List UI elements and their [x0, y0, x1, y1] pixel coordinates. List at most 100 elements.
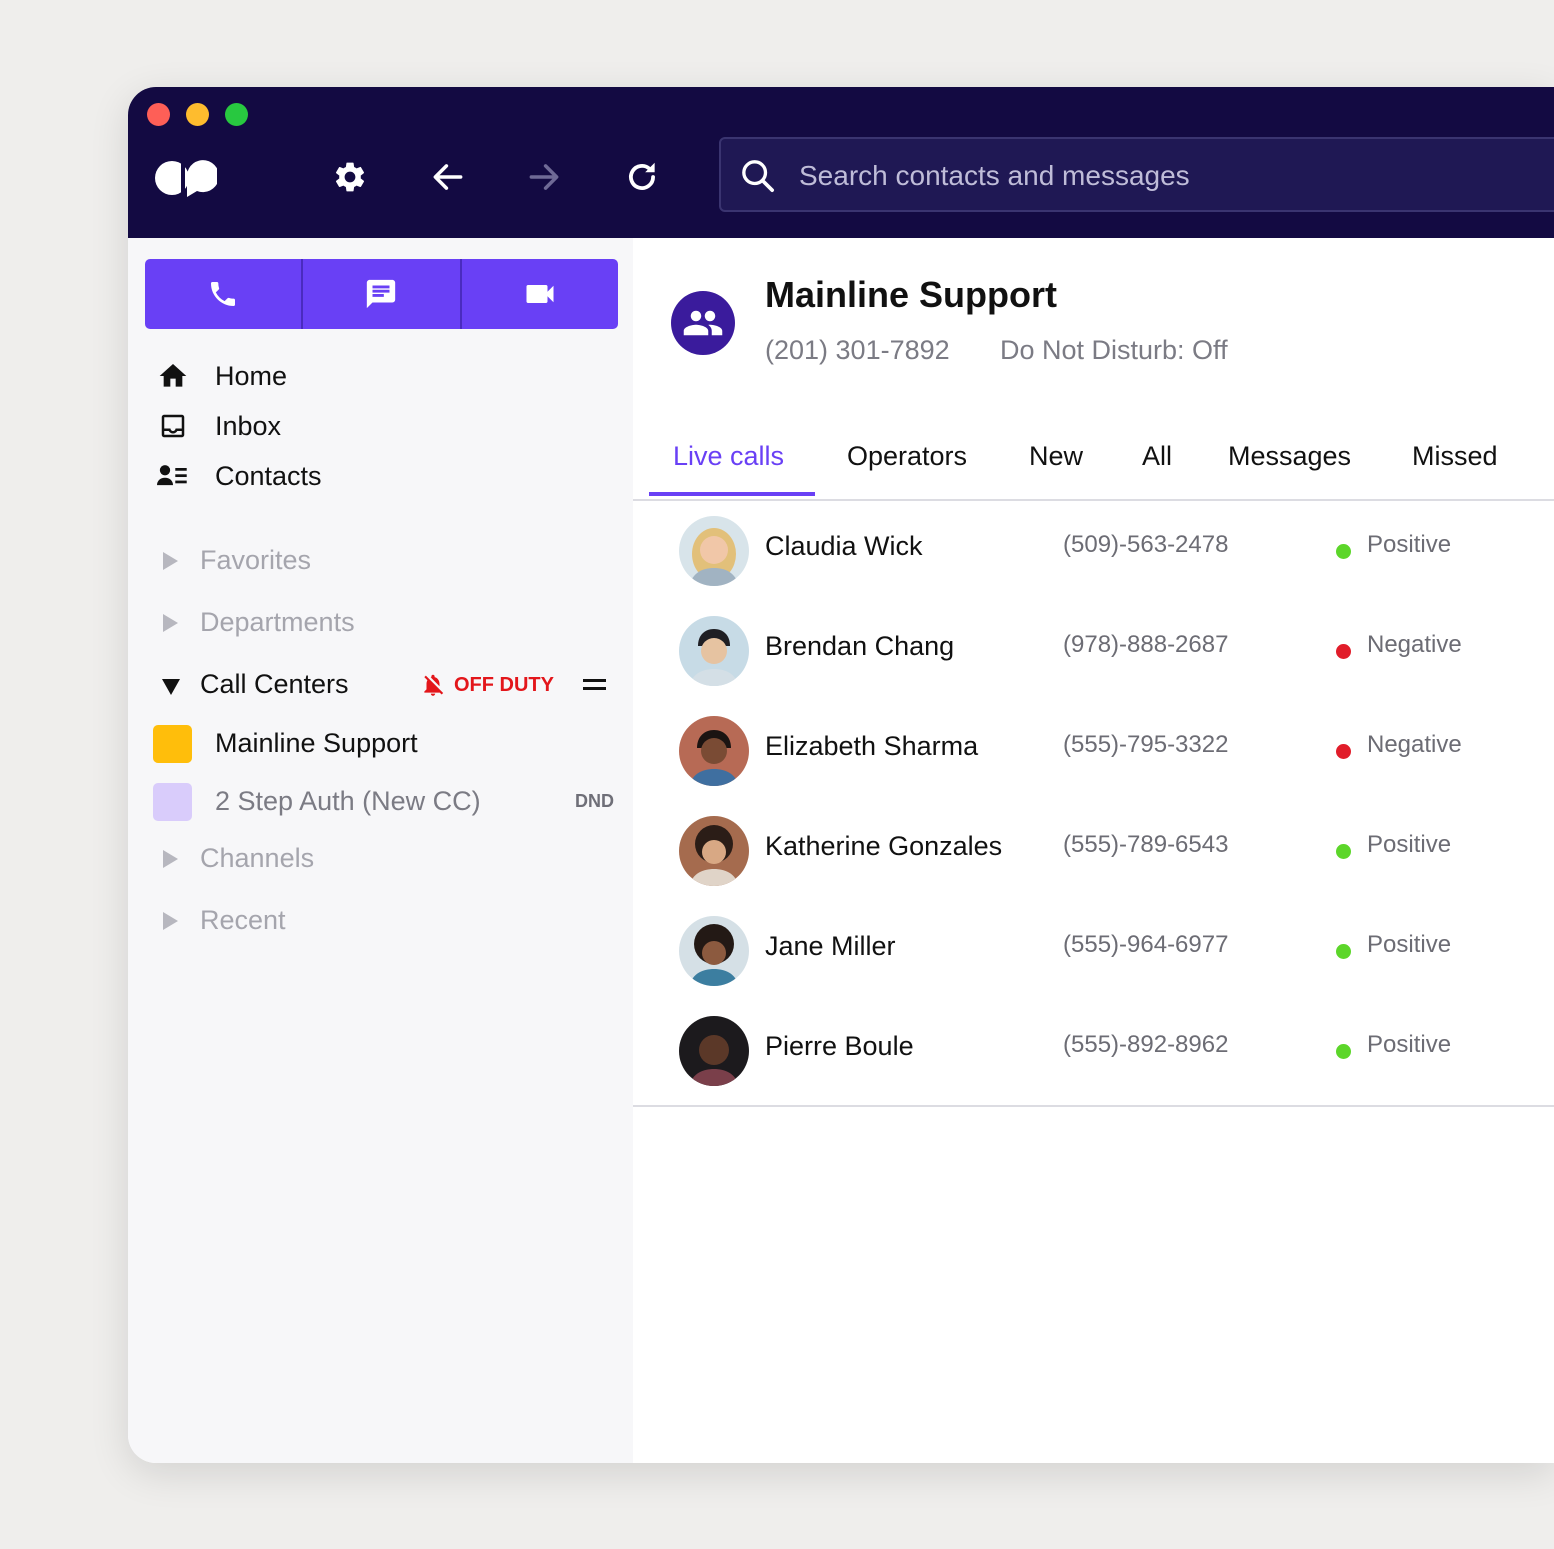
call-center-label: 2 Step Auth (New CC): [215, 786, 481, 816]
caller-name: Pierre Boule: [765, 1031, 914, 1061]
title-bar: [128, 87, 1554, 238]
forward-arrow-icon[interactable]: [521, 154, 567, 200]
call-button[interactable]: [145, 259, 301, 329]
close-window-button[interactable]: [147, 103, 170, 126]
off-duty-label: OFF DUTY: [454, 673, 554, 696]
live-calls-list: Claudia Wick (509)-563-2478 Positive Bre…: [633, 501, 1554, 1107]
tab-all[interactable]: All: [1142, 441, 1172, 472]
inbox-icon: [157, 410, 189, 442]
status-dot: [1336, 1044, 1351, 1059]
sentiment-label: Positive: [1367, 931, 1452, 958]
sidebar-item-label: Contacts: [215, 460, 322, 491]
section-channels[interactable]: Channels: [128, 838, 633, 882]
tab-live-calls[interactable]: Live calls: [673, 441, 784, 472]
dnd-badge: DND: [575, 791, 614, 811]
page-title: Mainline Support: [765, 274, 1057, 315]
minimize-window-button[interactable]: [186, 103, 209, 126]
sidebar-item-label: Inbox: [215, 410, 282, 441]
caret-right-icon: [163, 614, 178, 632]
color-swatch: [153, 783, 192, 821]
sentiment-label: Negative: [1367, 731, 1462, 758]
status-dot: [1336, 644, 1351, 659]
caller-name: Katherine Gonzales: [765, 831, 1003, 861]
section-label: Favorites: [200, 545, 312, 575]
status-dot: [1336, 944, 1351, 959]
caller-phone: (509)-563-2478: [1063, 531, 1229, 558]
sidebar-item-label: Home: [215, 360, 288, 391]
table-row[interactable]: Pierre Boule (555)-892-8962 Positive: [633, 1001, 1554, 1101]
app-window: Home Inbox Contacts Favorites Department…: [128, 87, 1554, 1463]
sentiment-label: Positive: [1367, 1031, 1452, 1058]
table-row[interactable]: Brendan Chang (978)-888-2687 Negative: [633, 601, 1554, 701]
avatar: [679, 916, 749, 986]
back-arrow-icon[interactable]: [425, 154, 471, 200]
phone-icon: [211, 282, 236, 306]
maximize-window-button[interactable]: [225, 103, 248, 126]
main-panel: Mainline Support (201) 301-7892 Do Not D…: [633, 238, 1554, 1463]
gear-icon[interactable]: [327, 154, 373, 200]
table-row[interactable]: Claudia Wick (509)-563-2478 Positive: [633, 501, 1554, 601]
avatar: [679, 816, 749, 886]
section-label: Departments: [200, 607, 355, 637]
section-call-centers[interactable]: Call Centers OFF DUTY: [128, 664, 633, 708]
caller-phone: (978)-888-2687: [1063, 631, 1229, 658]
active-tab-indicator: [649, 492, 815, 496]
app-logo: [155, 159, 217, 199]
tab-missed[interactable]: Missed: [1412, 441, 1498, 472]
tab-operators[interactable]: Operators: [847, 441, 967, 472]
bell-off-icon: [424, 674, 444, 696]
avatar: [679, 616, 749, 686]
section-recent[interactable]: Recent: [128, 900, 633, 944]
caret-right-icon: [163, 850, 178, 868]
search-input[interactable]: [797, 139, 1501, 212]
contacts-icon: [157, 460, 189, 492]
video-icon: [526, 285, 554, 303]
table-row[interactable]: Elizabeth Sharma (555)-795-3322 Negative: [633, 701, 1554, 801]
sentiment-label: Positive: [1367, 831, 1452, 858]
avatar: [679, 516, 749, 586]
message-icon: [367, 279, 396, 309]
sentiment-label: Positive: [1367, 531, 1452, 558]
search-box[interactable]: [719, 137, 1554, 212]
call-center-label: Mainline Support: [215, 728, 418, 758]
caret-right-icon: [163, 912, 178, 930]
call-center-item-mainline-support[interactable]: Mainline Support: [128, 723, 633, 767]
status-dot: [1336, 744, 1351, 759]
page-phone: (201) 301-7892: [765, 335, 950, 365]
section-favorites[interactable]: Favorites: [128, 540, 633, 584]
caller-name: Brendan Chang: [765, 631, 955, 661]
caller-name: Jane Miller: [765, 931, 896, 961]
group-icon: [671, 291, 735, 355]
status-dot: [1336, 844, 1351, 859]
call-center-item-2-step-auth[interactable]: 2 Step Auth (New CC) DND: [128, 781, 633, 825]
caret-right-icon: [163, 552, 178, 570]
home-icon: [157, 360, 189, 392]
drag-handle-icon[interactable]: [583, 679, 606, 695]
avatar: [679, 716, 749, 786]
caret-down-icon: [162, 679, 180, 695]
caller-phone: (555)-964-6977: [1063, 931, 1229, 958]
section-departments[interactable]: Departments: [128, 602, 633, 646]
caller-phone: (555)-892-8962: [1063, 1031, 1229, 1058]
section-label: Call Centers: [200, 669, 349, 699]
tab-bar: Live calls Operators New All Messages Mi…: [633, 435, 1554, 501]
search-icon: [738, 156, 778, 201]
caller-name: Claudia Wick: [765, 531, 923, 561]
video-button[interactable]: [459, 259, 618, 329]
dnd-status: Do Not Disturb: Off: [1000, 335, 1228, 365]
tab-messages[interactable]: Messages: [1228, 441, 1351, 472]
table-row[interactable]: Jane Miller (555)-964-6977 Positive: [633, 901, 1554, 1001]
section-label: Recent: [200, 905, 286, 935]
avatar: [679, 1016, 749, 1086]
table-row[interactable]: Katherine Gonzales (555)-789-6543 Positi…: [633, 801, 1554, 901]
message-button[interactable]: [301, 259, 459, 329]
caller-phone: (555)-789-6543: [1063, 831, 1229, 858]
status-dot: [1336, 544, 1351, 559]
section-label: Channels: [200, 843, 315, 873]
sentiment-label: Negative: [1367, 631, 1462, 658]
caller-name: Elizabeth Sharma: [765, 731, 979, 761]
color-swatch: [153, 725, 192, 763]
tab-new[interactable]: New: [1029, 441, 1083, 472]
refresh-icon[interactable]: [619, 154, 665, 200]
off-duty-badge[interactable]: OFF DUTY: [420, 668, 554, 702]
